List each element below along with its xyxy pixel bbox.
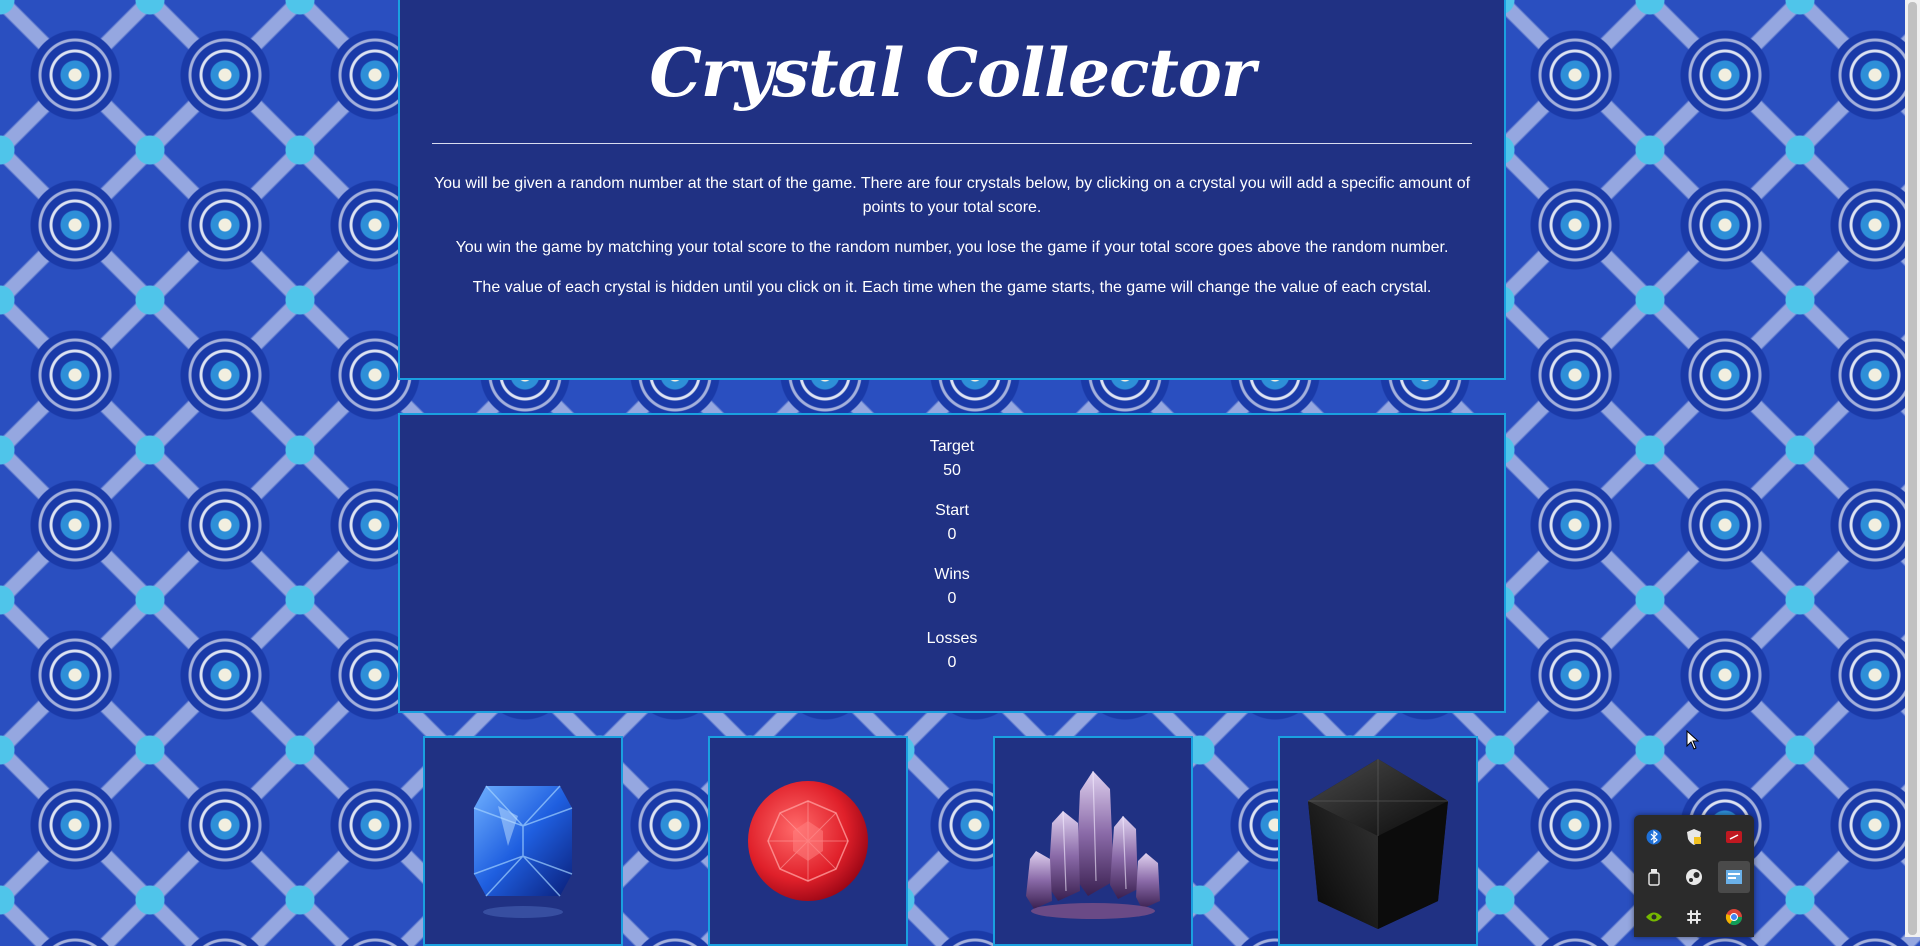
system-tray-overflow: [1634, 815, 1754, 937]
instruction-paragraph: The value of each crystal is hidden unti…: [472, 279, 1432, 296]
target-value: 50: [943, 462, 961, 479]
crystal-red-button[interactable]: [708, 736, 908, 946]
scrollbar-thumb[interactable]: [1908, 2, 1917, 935]
start-label: Start: [935, 502, 969, 519]
security-shield-icon[interactable]: [1678, 821, 1710, 853]
mouse-cursor-icon: [1686, 730, 1700, 750]
score-panel: Target 50 Start 0 Wins 0 Losses 0: [398, 413, 1506, 713]
chrome-icon[interactable]: [1718, 901, 1750, 933]
losses-label: Losses: [926, 630, 978, 647]
target-stat: Target 50: [400, 435, 1504, 483]
title-divider: [432, 143, 1472, 144]
wins-label: Wins: [934, 566, 970, 583]
wins-value: 0: [947, 590, 957, 607]
instruction-paragraph: You will be given a random number at the…: [433, 175, 1471, 216]
page-scrollbar[interactable]: [1905, 0, 1920, 937]
crystal-purple-button[interactable]: [993, 736, 1193, 946]
losses-value: 0: [947, 654, 957, 671]
slack-icon[interactable]: [1678, 901, 1710, 933]
app-red-icon[interactable]: [1718, 821, 1750, 853]
nvidia-icon[interactable]: [1638, 901, 1670, 933]
crystal-black-button[interactable]: [1278, 736, 1478, 946]
intro-panel: Crystal Collector You will be given a ra…: [398, 0, 1506, 380]
page-title: Crystal Collector: [649, 34, 1255, 112]
start-value: 0: [947, 526, 957, 543]
bluetooth-icon[interactable]: [1638, 821, 1670, 853]
red-crystal-icon: [748, 781, 868, 901]
purple-crystal-icon: [1026, 770, 1160, 919]
page-background: Crystal Collector You will be given a ra…: [0, 0, 1905, 946]
losses-stat: Losses 0: [400, 627, 1504, 675]
blue-crystal-icon: [473, 785, 573, 918]
wins-stat: Wins 0: [400, 563, 1504, 611]
start-stat: Start 0: [400, 499, 1504, 547]
instruction-paragraph: You win the game by matching your total …: [455, 239, 1449, 256]
instructions: You will be given a random number at the…: [432, 172, 1472, 316]
network-app-icon[interactable]: [1718, 861, 1750, 893]
usb-drive-icon[interactable]: [1638, 861, 1670, 893]
target-label: Target: [929, 438, 975, 455]
crystal-blue-button[interactable]: [423, 736, 623, 946]
black-crystal-icon: [1308, 759, 1448, 929]
steam-icon[interactable]: [1678, 861, 1710, 893]
